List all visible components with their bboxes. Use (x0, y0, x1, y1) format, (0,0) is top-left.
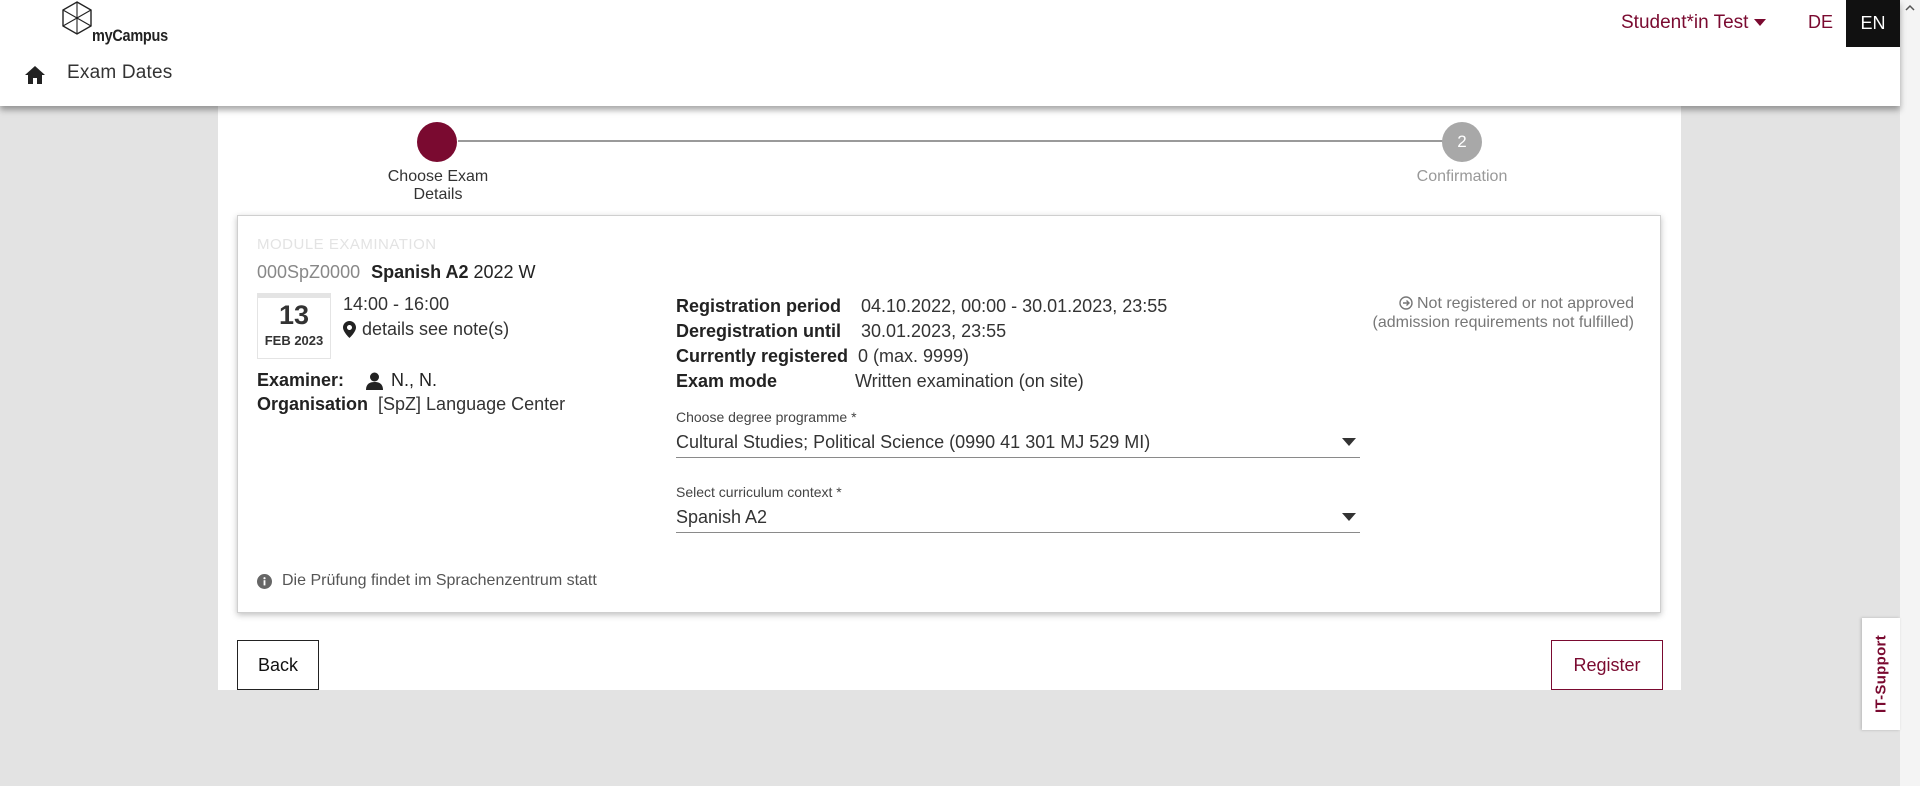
module-term: 2022 W (473, 262, 536, 282)
exam-time: 14:00 - 16:00 (343, 294, 450, 314)
date-badge: 13 FEB 2023 (257, 293, 331, 359)
degree-programme-label: Choose degree programme * (676, 409, 857, 425)
deregistration-value: 30.01.2023, 23:55 (861, 321, 1007, 341)
exam-location-text: details see note(s) (362, 319, 510, 339)
dropdown-arrow-icon (1342, 438, 1356, 446)
language-de-button[interactable]: DE (1808, 12, 1833, 33)
language-en-button[interactable]: EN (1846, 0, 1900, 47)
step-1-indicator (417, 122, 457, 162)
curriculum-context-select[interactable]: Spanish A2 (676, 503, 1360, 533)
registration-status: Not registered or not approved (admissio… (1314, 294, 1634, 332)
degree-programme-value: Cultural Studies; Political Science (099… (676, 432, 1151, 452)
top-header: myCampus Student*in Test DE EN Exam Date… (0, 0, 1900, 106)
module-title: 000SpZ0000 Spanish A2 2022 W (257, 262, 536, 283)
curriculum-context-label: Select curriculum context * (676, 484, 842, 500)
exam-mode-label: Exam mode (676, 371, 778, 391)
status-line-1: Not registered or not approved (1416, 295, 1634, 312)
exam-note-text: Die Prüfung findet im Sprachenzentrum st… (282, 572, 597, 589)
currently-registered-label: Currently registered (676, 346, 849, 366)
deregistration-label: Deregistration until (676, 321, 842, 341)
scrollbar[interactable] (1900, 0, 1920, 786)
breadcrumb-exam-dates[interactable]: Exam Dates (67, 62, 172, 84)
date-day: 13 (278, 300, 310, 330)
user-name: Student*in Test (1621, 12, 1749, 33)
status-line-2: (admission requirements not fulfilled) (1372, 314, 1634, 331)
scroll-up-icon[interactable] (1904, 2, 1916, 14)
exam-mode-value: Written examination (on site) (855, 371, 1084, 391)
examiner-name: N., N. (391, 370, 438, 390)
dropdown-arrow-icon (1342, 513, 1356, 521)
user-menu[interactable]: Student*in Test (1621, 12, 1767, 34)
organisation-row: Organisation [SpZ] Language Center (257, 394, 565, 415)
registration-period-label: Registration period (676, 296, 842, 316)
logo-text: myCampus (92, 26, 168, 45)
date-month-year: FEB 2023 (264, 333, 324, 348)
card-kicker: MODULE EXAMINATION (257, 236, 437, 253)
caret-down-icon (1754, 19, 1767, 26)
degree-programme-select[interactable]: Cultural Studies; Political Science (099… (676, 428, 1360, 458)
info-icon (257, 573, 272, 589)
registration-period-row: Registration period 04.10.2022, 00:00 - … (676, 294, 1167, 319)
organisation-value: [SpZ] Language Center (378, 394, 566, 414)
module-code: 000SpZ0000 (257, 262, 361, 282)
exam-card: MODULE EXAMINATION 000SpZ0000 Spanish A2… (237, 215, 1661, 613)
exam-location: details see note(s) (343, 319, 509, 340)
currently-registered-value: 0 (max. 9999) (858, 346, 970, 366)
register-button[interactable]: Register (1551, 640, 1663, 690)
registration-info: Registration period 04.10.2022, 00:00 - … (676, 294, 1167, 394)
step-2-label: Confirmation (1416, 168, 1508, 185)
curriculum-context-value: Spanish A2 (676, 507, 768, 527)
examiner-label: Examiner: (257, 370, 345, 390)
arrow-circle-right-icon (1399, 296, 1413, 310)
step-2-indicator: 2 (1442, 122, 1482, 162)
main-content: Choose Exam Details 2 Confirmation MODUL… (218, 106, 1681, 690)
logo-cube-icon (62, 1, 92, 35)
deregistration-row: Deregistration until 30.01.2023, 23:55 (676, 319, 1167, 344)
exam-note: Die Prüfung findet im Sprachenzentrum st… (257, 572, 597, 590)
organisation-label: Organisation (257, 394, 369, 414)
stepper-line (458, 140, 1458, 142)
step-1-label: Choose Exam Details (387, 168, 489, 203)
currently-registered-row: Currently registered 0 (max. 9999) (676, 344, 1167, 369)
person-icon (366, 372, 384, 390)
logo[interactable]: myCampus (60, 0, 170, 50)
registration-period-value: 04.10.2022, 00:00 - 30.01.2023, 23:55 (861, 296, 1168, 316)
examiner-row: Examiner: N., N. (257, 370, 437, 391)
module-name: Spanish A2 (371, 262, 469, 282)
map-pin-icon (343, 321, 356, 338)
home-icon[interactable] (24, 65, 46, 85)
exam-mode-row: Exam mode Written examination (on site) (676, 369, 1167, 394)
it-support-tab[interactable]: IT-Support (1862, 618, 1900, 730)
it-support-label: IT-Support (1872, 635, 1890, 713)
back-button[interactable]: Back (237, 640, 319, 690)
